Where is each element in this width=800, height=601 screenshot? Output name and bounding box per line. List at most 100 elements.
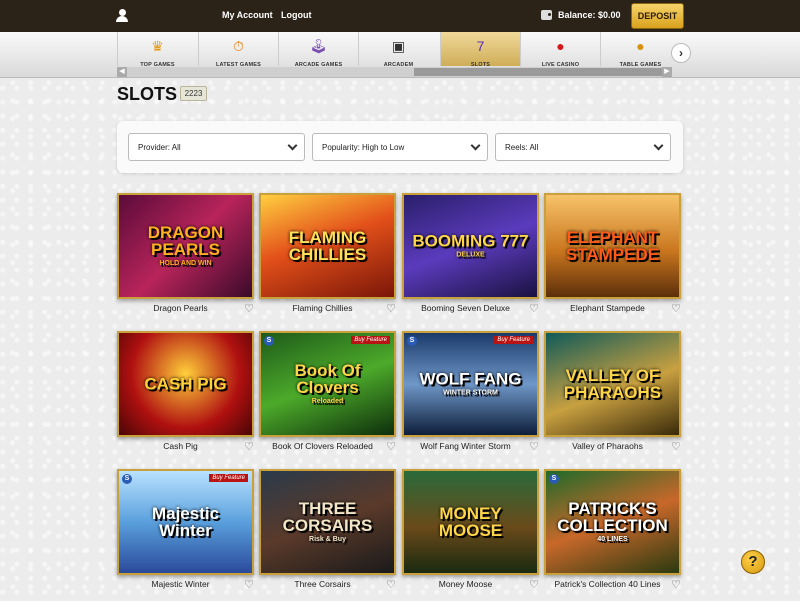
heart-icon[interactable]: ♡	[244, 302, 254, 315]
crown-icon: ♛	[151, 38, 164, 54]
heart-icon[interactable]: ♡	[529, 578, 539, 591]
game-logo-text: Book Of Clovers	[294, 361, 361, 397]
category-tab-slots[interactable]: 7 SLOTS	[440, 32, 520, 68]
heart-icon[interactable]: ♡	[386, 440, 396, 453]
game-logo-text: PATRICK'S COLLECTION	[557, 499, 668, 535]
game-logo-art: CASH PIG	[119, 376, 252, 393]
game-card: CASH PIG Cash Pig ♡	[117, 331, 254, 466]
game-logo-subtext: HOLD AND WIN	[159, 260, 212, 267]
game-name[interactable]: Three Corsairs	[267, 579, 378, 590]
game-name[interactable]: Dragon Pearls	[125, 303, 236, 314]
top-bar: My Account Logout Balance: $0.00 DEPOSIT	[0, 0, 800, 32]
game-logo-art: Majestic Winter	[119, 505, 252, 539]
game-thumbnail[interactable]: PATRICK'S COLLECTION 40 LINES S	[544, 469, 681, 575]
heart-icon[interactable]: ♡	[671, 578, 681, 591]
game-logo-art: VALLEY OF PHARAOHS	[546, 367, 679, 401]
wallet-icon	[541, 10, 552, 20]
game-logo-art: BOOMING 777 DELUXE	[404, 233, 537, 260]
category-tab-arcadem[interactable]: ▣ ARCADEM	[358, 32, 438, 68]
game-thumbnail[interactable]: Majestic Winter Buy Feature S	[117, 469, 254, 575]
heart-icon[interactable]: ♡	[671, 302, 681, 315]
game-thumbnail[interactable]: Book Of Clovers Reloaded Buy Feature S	[259, 331, 396, 437]
game-thumbnail[interactable]: BOOMING 777 DELUXE	[402, 193, 539, 299]
category-tab-top-games[interactable]: ♛ TOP GAMES	[117, 32, 197, 68]
game-logo-text: ELEPHANT STAMPEDE	[565, 228, 660, 264]
game-logo-subtext: DELUXE	[456, 251, 485, 259]
my-account-link[interactable]: My Account	[222, 10, 273, 20]
heart-icon[interactable]: ♡	[671, 440, 681, 453]
scroll-right-arrow[interactable]: ▶	[662, 67, 672, 77]
help-button[interactable]: ?	[741, 550, 765, 574]
chevron-down-icon	[470, 140, 481, 151]
game-logo-text: CASH PIG	[144, 374, 227, 394]
balance-display: Balance: $0.00	[558, 10, 621, 20]
buy-feature-badge: Buy Feature	[494, 336, 533, 344]
game-caption: Money Moose ♡	[402, 578, 539, 601]
category-scrollbar-thumb[interactable]	[414, 68, 672, 76]
game-thumbnail[interactable]: THREE CORSAIRS Risk & Buy	[259, 469, 396, 575]
game-name[interactable]: Money Moose	[410, 579, 521, 590]
game-thumbnail[interactable]: FLAMING CHILLIES	[259, 193, 396, 299]
category-tab-table-games[interactable]: ● TABLE GAMES	[600, 32, 680, 68]
game-caption: Cash Pig ♡	[117, 440, 254, 466]
provider-select[interactable]: Provider: All	[128, 133, 305, 161]
game-caption: Valley of Pharaohs ♡	[544, 440, 681, 466]
game-caption: Wolf Fang Winter Storm ♡	[402, 440, 539, 466]
game-logo-subtext: 40 LINES	[597, 536, 628, 543]
game-name[interactable]: Cash Pig	[125, 441, 236, 452]
game-caption: Book Of Clovers Reloaded ♡	[259, 440, 396, 466]
popularity-select[interactable]: Popularity: High to Low	[312, 133, 488, 161]
game-name[interactable]: Valley of Pharaohs	[552, 441, 663, 452]
provider-logo-icon: S	[264, 336, 274, 346]
heart-icon[interactable]: ♡	[529, 440, 539, 453]
chevron-down-icon	[287, 140, 298, 151]
game-card: MONEY MOOSE Money Moose ♡	[402, 469, 539, 601]
game-logo-text: WOLF FANG	[419, 369, 522, 389]
deposit-button[interactable]: DEPOSIT	[631, 3, 684, 29]
game-name[interactable]: Patrick's Collection 40 Lines	[552, 579, 663, 590]
game-card: WOLF FANG WINTER STORM Buy Feature S Wolf Fa…	[402, 331, 539, 466]
game-card: ELEPHANT STAMPEDE Elephant Stampede ♡	[544, 193, 681, 328]
heart-icon[interactable]: ♡	[244, 440, 254, 453]
game-thumbnail[interactable]: ELEPHANT STAMPEDE	[544, 193, 681, 299]
game-caption: Majestic Winter ♡	[117, 578, 254, 601]
game-thumbnail[interactable]: DRAGON PEARLS HOLD AND WIN	[117, 193, 254, 299]
game-logo-art: MONEY MOOSE	[404, 505, 537, 539]
game-thumbnail[interactable]: CASH PIG	[117, 331, 254, 437]
heart-icon[interactable]: ♡	[244, 578, 254, 591]
category-tab-live-casino[interactable]: ● LIVE CASINO	[520, 32, 600, 68]
game-name[interactable]: Wolf Fang Winter Storm	[410, 441, 521, 452]
scroll-left-arrow[interactable]: ◀	[117, 67, 127, 77]
game-logo-text: BOOMING 777	[412, 231, 529, 251]
heart-icon[interactable]: ♡	[386, 578, 396, 591]
game-count-badge: 2223	[180, 86, 207, 101]
poker-chip-icon: ●	[556, 38, 565, 54]
game-card: Majestic Winter Buy Feature S Majestic Wint…	[117, 469, 254, 601]
game-logo-text: VALLEY OF PHARAOHS	[563, 366, 662, 402]
game-name[interactable]: Majestic Winter	[125, 579, 236, 590]
category-next-button[interactable]: ›	[671, 43, 691, 63]
slots-777-icon: 7	[476, 38, 485, 54]
game-logo-text: DRAGON PEARLS	[147, 223, 224, 259]
chevron-down-icon	[653, 140, 664, 151]
game-name[interactable]: Flaming Chillies	[267, 303, 378, 314]
logout-link[interactable]: Logout	[281, 10, 312, 20]
category-tab-arcade-games[interactable]: 🕹 ARCADE GAMES	[278, 32, 358, 68]
game-logo-art: FLAMING CHILLIES	[261, 229, 394, 263]
game-name[interactable]: Booming Seven Deluxe	[410, 303, 521, 314]
user-icon[interactable]	[116, 9, 128, 23]
game-thumbnail[interactable]: VALLEY OF PHARAOHS	[544, 331, 681, 437]
heart-icon[interactable]: ♡	[386, 302, 396, 315]
reels-select[interactable]: Reels: All	[495, 133, 671, 161]
game-name[interactable]: Book Of Clovers Reloaded	[267, 441, 378, 452]
game-name[interactable]: Elephant Stampede	[552, 303, 663, 314]
game-card: BOOMING 777 DELUXE Booming Seven Deluxe ♡	[402, 193, 539, 328]
heart-icon[interactable]: ♡	[529, 302, 539, 315]
game-thumbnail[interactable]: MONEY MOOSE	[402, 469, 539, 575]
slot-machine-icon: ▣	[391, 38, 406, 54]
filter-panel: Provider: All Popularity: High to Low Re…	[117, 121, 683, 173]
category-tab-latest-games[interactable]: ⏱ LATEST GAMES	[198, 32, 278, 68]
game-logo-text: THREE CORSAIRS	[282, 499, 373, 535]
game-thumbnail[interactable]: WOLF FANG WINTER STORM Buy Feature S	[402, 331, 539, 437]
category-scrollbar[interactable]	[127, 67, 672, 77]
